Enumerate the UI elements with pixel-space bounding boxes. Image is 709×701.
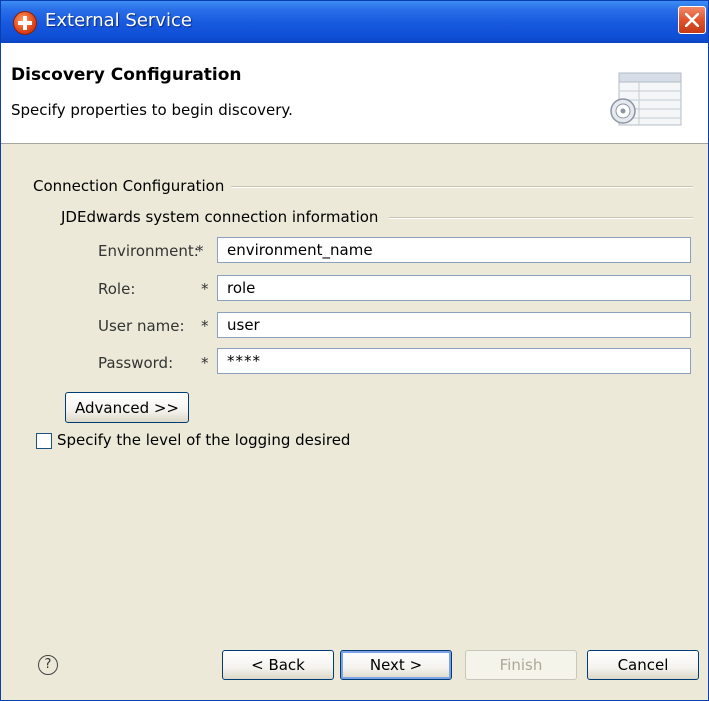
username-field[interactable] — [217, 312, 691, 338]
role-label: Role: — [98, 280, 136, 298]
close-button[interactable] — [678, 6, 706, 34]
discovery-wizard-icon — [610, 72, 682, 126]
environment-required-marker: * — [196, 242, 204, 260]
page-title: Discovery Configuration — [11, 65, 242, 85]
app-icon — [13, 11, 37, 35]
page-description: Specify properties to begin discovery. — [11, 101, 293, 119]
logging-checkbox-label[interactable]: Specify the level of the logging desired — [57, 431, 350, 449]
role-required-marker: * — [201, 280, 209, 298]
close-icon — [685, 13, 699, 27]
subgroup-divider — [389, 217, 693, 219]
username-required-marker: * — [201, 317, 209, 335]
password-label: Password: — [98, 354, 174, 372]
password-required-marker: * — [201, 354, 209, 372]
environment-field[interactable] — [217, 237, 691, 263]
finish-button: Finish — [465, 650, 577, 680]
help-icon[interactable]: ? — [38, 655, 58, 675]
next-button[interactable]: Next > — [340, 650, 452, 680]
title-bar[interactable]: External Service — [1, 1, 708, 43]
role-field[interactable] — [217, 275, 691, 301]
logging-checkbox[interactable] — [36, 433, 52, 449]
group-divider — [231, 186, 693, 188]
username-label: User name: — [98, 317, 185, 335]
advanced-button[interactable]: Advanced >> — [65, 392, 189, 423]
wizard-banner: Discovery Configuration Specify properti… — [1, 43, 708, 144]
jde-connection-info-label: JDEdwards system connection information — [61, 208, 379, 226]
connection-config-label: Connection Configuration — [33, 177, 225, 195]
cancel-button[interactable]: Cancel — [587, 650, 699, 680]
password-field[interactable] — [217, 348, 691, 374]
external-service-dialog: External Service Discovery Configuration… — [0, 0, 709, 701]
environment-label: Environment: — [98, 242, 199, 260]
back-button[interactable]: < Back — [222, 650, 334, 680]
window-title: External Service — [45, 10, 192, 31]
